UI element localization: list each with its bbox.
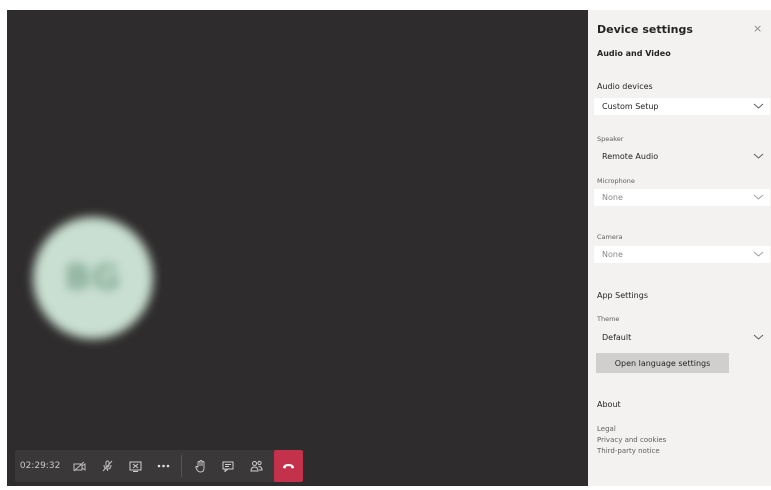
- chevron-down-icon: [753, 194, 764, 200]
- camera-value: None: [602, 250, 623, 259]
- app-settings-heading: App Settings: [597, 291, 648, 300]
- about-heading: About: [597, 400, 621, 409]
- legal-link[interactable]: Legal: [597, 425, 616, 433]
- avatar-initials: BG: [65, 258, 121, 298]
- share-screen-button[interactable]: [121, 450, 149, 482]
- audio-devices-value: Custom Setup: [602, 102, 659, 111]
- panel-title: Device settings: [597, 23, 693, 36]
- toolbar-divider: [181, 455, 183, 477]
- microphone-label: Microphone: [597, 177, 635, 185]
- participants-button[interactable]: [242, 450, 270, 482]
- call-toolbar: 02:29:32: [15, 450, 303, 482]
- privacy-link[interactable]: Privacy and cookies: [597, 436, 666, 444]
- mic-toggle-button[interactable]: [93, 450, 121, 482]
- audio-devices-select[interactable]: Custom Setup: [594, 98, 770, 115]
- speaker-value: Remote Audio: [602, 152, 659, 161]
- participants-icon: [250, 460, 263, 472]
- call-stage: BG 02:29:32: [7, 10, 588, 486]
- chevron-down-icon: [753, 334, 764, 340]
- camera-off-icon: [73, 461, 86, 471]
- device-settings-panel: Device settings × Audio and Video Audio …: [588, 10, 771, 486]
- camera-select[interactable]: None: [594, 246, 770, 263]
- section-heading-audio-video: Audio and Video: [597, 49, 671, 58]
- mic-off-icon: [102, 460, 113, 472]
- close-icon[interactable]: ×: [753, 22, 762, 35]
- more-actions-button[interactable]: [149, 450, 177, 482]
- speaker-label: Speaker: [597, 135, 624, 143]
- hang-up-button[interactable]: [274, 450, 303, 482]
- call-timer: 02:29:32: [19, 461, 61, 471]
- share-screen-icon: [129, 461, 142, 472]
- camera-label: Camera: [597, 233, 623, 241]
- microphone-select[interactable]: None: [594, 189, 770, 206]
- theme-value: Default: [602, 333, 632, 342]
- theme-select[interactable]: Default: [594, 329, 770, 346]
- participant-avatar: BG: [33, 217, 153, 339]
- raise-hand-icon: [194, 459, 205, 472]
- chevron-down-icon: [753, 153, 764, 159]
- chevron-down-icon: [753, 103, 764, 109]
- microphone-value: None: [602, 193, 623, 202]
- chevron-down-icon: [753, 251, 764, 257]
- open-language-settings-button[interactable]: Open language settings: [596, 353, 729, 373]
- speaker-select[interactable]: Remote Audio: [594, 148, 770, 165]
- raise-hand-button[interactable]: [186, 450, 214, 482]
- camera-toggle-button[interactable]: [65, 450, 93, 482]
- hang-up-icon: [283, 463, 295, 468]
- third-party-notice-link[interactable]: Third-party notice: [597, 447, 660, 455]
- audio-devices-label: Audio devices: [597, 82, 653, 91]
- chat-button[interactable]: [214, 450, 242, 482]
- more-icon: [157, 464, 169, 468]
- chat-icon: [222, 461, 234, 472]
- theme-label: Theme: [597, 315, 620, 323]
